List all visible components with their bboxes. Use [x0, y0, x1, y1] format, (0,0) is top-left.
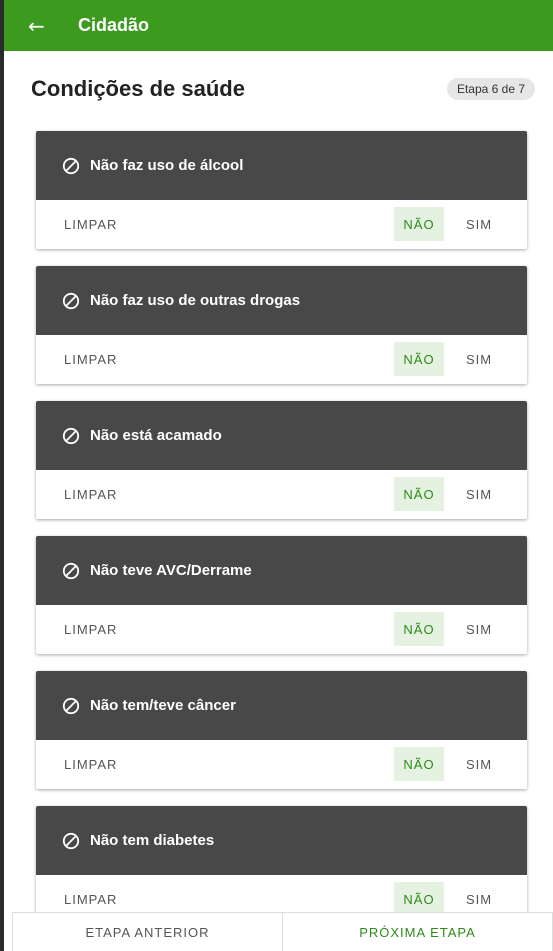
condition-card: Não tem diabetes LIMPAR NÃO SIM	[36, 806, 527, 912]
no-button[interactable]: NÃO	[394, 207, 444, 241]
condition-label: Não faz uso de álcool	[90, 157, 244, 174]
block-icon	[62, 562, 80, 579]
condition-actions: LIMPAR NÃO SIM	[36, 335, 527, 384]
condition-actions: LIMPAR NÃO SIM	[36, 740, 527, 789]
step-navigation: ETAPA ANTERIOR PRÓXIMA ETAPA	[12, 912, 553, 951]
no-button[interactable]: NÃO	[394, 612, 444, 646]
clear-button[interactable]: LIMPAR	[64, 892, 117, 907]
app-bar: ← Cidadão	[4, 0, 553, 51]
yes-button[interactable]: SIM	[454, 747, 504, 781]
condition-card: Não faz uso de outras drogas LIMPAR NÃO …	[36, 266, 527, 384]
arrow-left-icon[interactable]: ←	[28, 16, 52, 36]
block-icon	[62, 292, 80, 309]
condition-card: Não teve AVC/Derrame LIMPAR NÃO SIM	[36, 536, 527, 654]
yes-button[interactable]: SIM	[454, 342, 504, 376]
condition-header: Não está acamado	[36, 401, 527, 470]
block-icon	[62, 697, 80, 714]
condition-header: Não teve AVC/Derrame	[36, 536, 527, 605]
condition-actions: LIMPAR NÃO SIM	[36, 470, 527, 519]
condition-actions: LIMPAR NÃO SIM	[36, 875, 527, 912]
condition-label: Não tem diabetes	[90, 832, 215, 849]
previous-step-button[interactable]: ETAPA ANTERIOR	[12, 913, 283, 951]
condition-header: Não faz uso de outras drogas	[36, 266, 527, 335]
block-icon	[62, 157, 80, 174]
yes-button[interactable]: SIM	[454, 612, 504, 646]
block-icon	[62, 832, 80, 849]
no-button[interactable]: NÃO	[394, 342, 444, 376]
clear-button[interactable]: LIMPAR	[64, 352, 117, 367]
condition-label: Não tem/teve câncer	[90, 697, 236, 714]
condition-header: Não faz uso de álcool	[36, 131, 527, 200]
no-button[interactable]: NÃO	[394, 477, 444, 511]
yes-button[interactable]: SIM	[454, 882, 504, 912]
condition-card: Não tem/teve câncer LIMPAR NÃO SIM	[36, 671, 527, 789]
app-title: Cidadão	[78, 15, 150, 35]
block-icon	[62, 427, 80, 444]
condition-label: Não faz uso de outras drogas	[90, 292, 301, 309]
yes-button[interactable]: SIM	[454, 477, 504, 511]
condition-actions: LIMPAR NÃO SIM	[36, 200, 527, 249]
next-step-button[interactable]: PRÓXIMA ETAPA	[283, 913, 553, 951]
clear-button[interactable]: LIMPAR	[64, 217, 117, 232]
clear-button[interactable]: LIMPAR	[64, 757, 117, 772]
conditions-list[interactable]: Não faz uso de álcool LIMPAR NÃO SIM Não…	[4, 129, 553, 912]
page-title: Condições de saúde	[31, 76, 245, 101]
clear-button[interactable]: LIMPAR	[64, 622, 117, 637]
no-button[interactable]: NÃO	[394, 882, 444, 912]
condition-label: Não está acamado	[90, 427, 222, 444]
condition-actions: LIMPAR NÃO SIM	[36, 605, 527, 654]
condition-card: Não faz uso de álcool LIMPAR NÃO SIM	[36, 131, 527, 249]
page-header: Condições de saúde Etapa 6 de 7	[4, 51, 553, 127]
condition-label: Não teve AVC/Derrame	[90, 562, 252, 579]
yes-button[interactable]: SIM	[454, 207, 504, 241]
no-button[interactable]: NÃO	[394, 747, 444, 781]
condition-header: Não tem/teve câncer	[36, 671, 527, 740]
clear-button[interactable]: LIMPAR	[64, 487, 117, 502]
step-badge: Etapa 6 de 7	[446, 78, 535, 100]
condition-card: Não está acamado LIMPAR NÃO SIM	[36, 401, 527, 519]
condition-header: Não tem diabetes	[36, 806, 527, 875]
